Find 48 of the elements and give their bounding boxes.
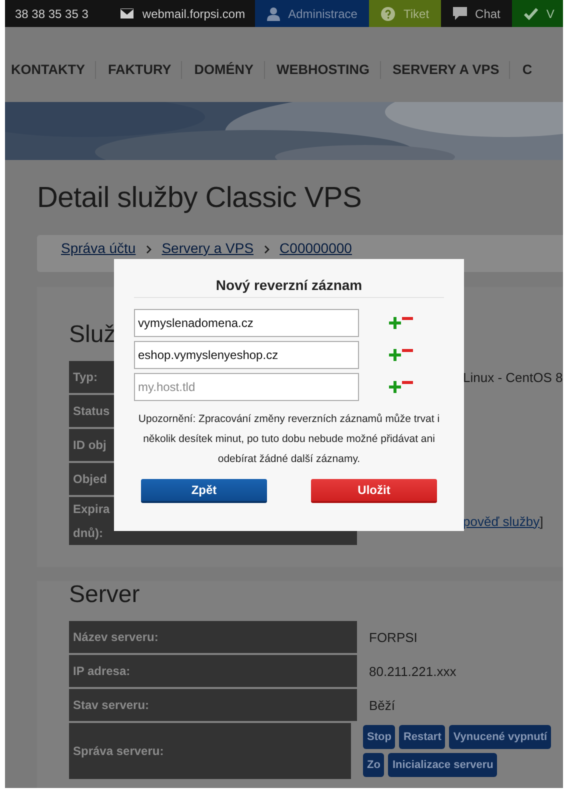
plus-icon[interactable]	[389, 349, 401, 361]
speech-bubble-icon	[453, 7, 468, 20]
envelope-icon	[120, 8, 134, 19]
dialog-title: Nový reverzní záznam	[134, 277, 444, 298]
help-link[interactable]: pověď služby	[463, 514, 540, 528]
server-action-button[interactable]: Stop	[363, 725, 396, 749]
chevron-icon	[146, 245, 152, 254]
chevron-icon	[264, 245, 270, 254]
nav-link[interactable]: DOMÉNY	[188, 60, 265, 78]
server-action-button[interactable]: Restart	[399, 725, 446, 749]
top-bar-link[interactable]: webmail.forpsi.com	[110, 0, 256, 27]
section-title: Server	[69, 581, 140, 609]
value-text: Běží	[369, 698, 396, 712]
user-icon	[267, 6, 280, 20]
label-cell: Název serveru:	[69, 621, 357, 653]
breadcrumb-link[interactable]: C00000000	[280, 240, 352, 256]
save-button[interactable]: Uložit	[311, 479, 437, 503]
plus-icon[interactable]	[389, 317, 401, 329]
label-cell: IP adresa:	[69, 655, 357, 687]
input-field[interactable]: vymyslenadomena.cz	[134, 309, 359, 337]
breadcrumb-link[interactable]: Servery a VPS	[162, 240, 254, 256]
input-field[interactable]: my.host.tld	[134, 373, 359, 401]
value-text: Linux - CentOS 8	[463, 370, 563, 384]
bracket-text: ]	[540, 514, 544, 528]
top-bar-link[interactable]: Administrace	[255, 0, 370, 27]
check-icon	[524, 8, 538, 20]
breadcrumb-link[interactable]: Správa účtu	[61, 240, 136, 256]
label-cell: Stav serveru:	[69, 689, 357, 721]
page-title: Detail služby Classic VPS	[37, 182, 362, 215]
server-action-button[interactable]: Vynucené vypnutí	[449, 725, 552, 749]
value-text: 80.211.221.xxx	[369, 664, 456, 678]
value-text: FORPSI	[369, 630, 418, 644]
label-cell: Správa serveru:	[69, 723, 351, 779]
server-action-button[interactable]: Inicializace serveru	[388, 753, 498, 777]
phone-number: 38 38 35 35 3	[14, 6, 90, 22]
nav-link[interactable]: SERVERY A VPS	[386, 60, 510, 78]
nav-link[interactable]: WEBHOSTING	[270, 60, 381, 78]
top-bar-link[interactable]: V	[512, 0, 563, 27]
nav-link[interactable]: C	[516, 60, 542, 78]
nav-link[interactable]: FAKTURY	[102, 60, 182, 78]
plus-icon[interactable]	[389, 381, 401, 393]
server-action-button[interactable]: Zo	[363, 753, 384, 777]
nav-link[interactable]: KONTAKTY	[5, 60, 96, 78]
section-title: Služ	[69, 321, 116, 349]
top-bar-link[interactable]: Tiket	[369, 0, 442, 27]
back-button[interactable]: Zpět	[141, 479, 267, 503]
input-field[interactable]: eshop.vymyslenyeshop.cz	[134, 341, 359, 369]
help-icon	[381, 6, 396, 20]
